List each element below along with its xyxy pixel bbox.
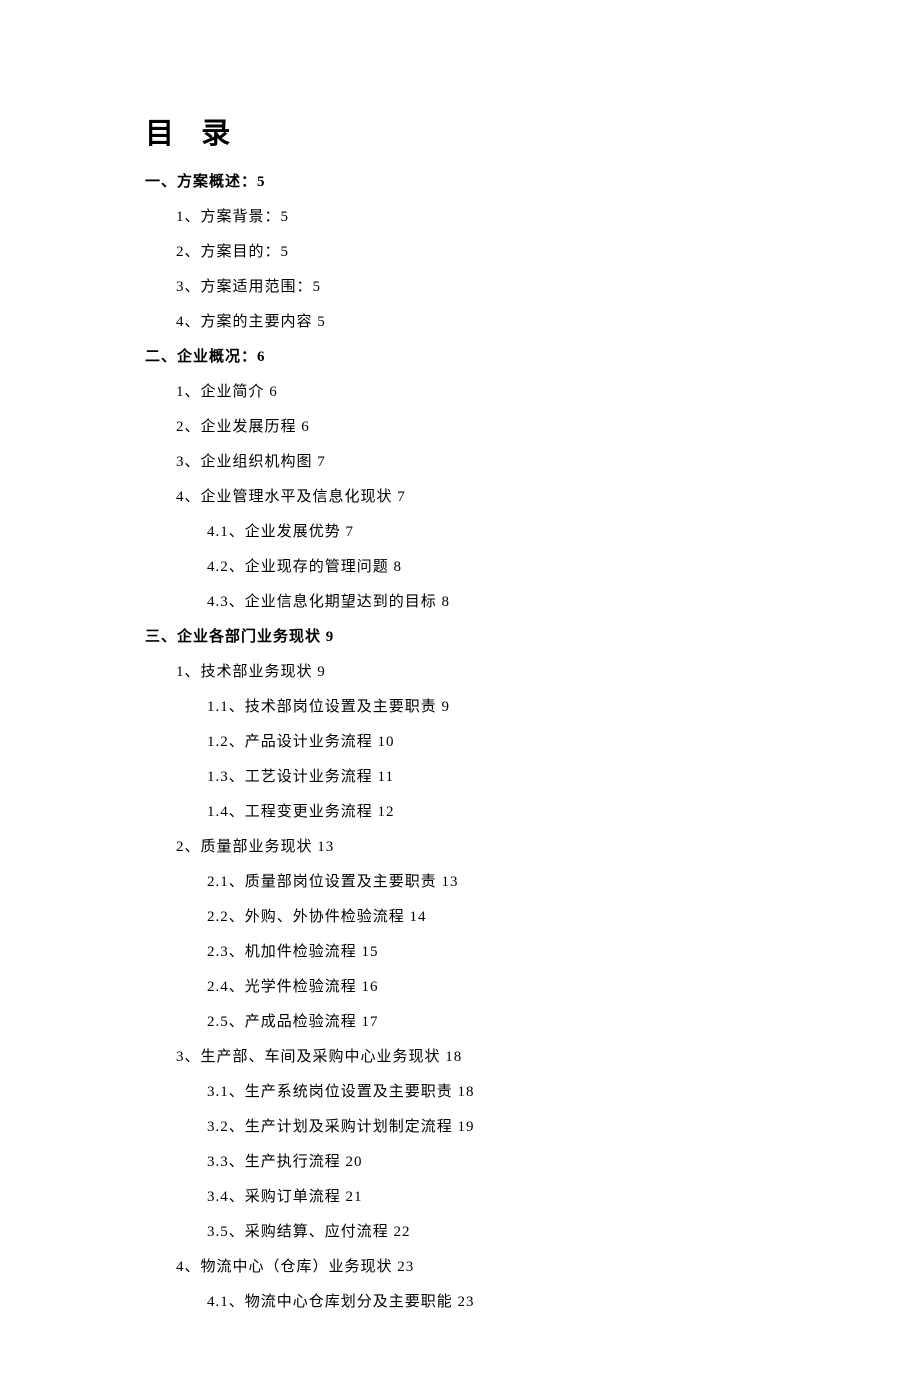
toc-entry-level-1: 一、方案概述：5 — [145, 170, 820, 191]
toc-entry-level-3: 2.3、机加件检验流程 15 — [145, 940, 820, 961]
toc-entry-level-2: 4、物流中心（仓库）业务现状 23 — [145, 1255, 820, 1276]
toc-entry-level-3: 2.1、质量部岗位设置及主要职责 13 — [145, 870, 820, 891]
document-page: 目 录 一、方案概述：5 1、方案背景：5 2、方案目的：5 3、方案适用范围：5 4、… — [0, 0, 920, 1385]
toc-entry-level-2: 1、技术部业务现状 9 — [145, 660, 820, 681]
toc-entry-level-3: 1.3、工艺设计业务流程 11 — [145, 765, 820, 786]
toc-entry-level-3: 4.3、企业信息化期望达到的目标 8 — [145, 590, 820, 611]
toc-entry-level-2: 3、生产部、车间及采购中心业务现状 18 — [145, 1045, 820, 1066]
toc-entry-level-2: 3、企业组织机构图 7 — [145, 450, 820, 471]
toc-entry-level-2: 1、方案背景：5 — [145, 205, 820, 226]
toc-entry-level-2: 2、方案目的：5 — [145, 240, 820, 261]
toc-entry-level-3: 4.1、物流中心仓库划分及主要职能 23 — [145, 1290, 820, 1311]
toc-entry-level-2: 4、企业管理水平及信息化现状 7 — [145, 485, 820, 506]
toc-entry-level-3: 1.1、技术部岗位设置及主要职责 9 — [145, 695, 820, 716]
toc-entry-level-2: 1、企业简介 6 — [145, 380, 820, 401]
toc-entry-level-1: 二、企业概况：6 — [145, 345, 820, 366]
toc-entry-level-3: 3.3、生产执行流程 20 — [145, 1150, 820, 1171]
toc-entry-level-3: 3.5、采购结算、应付流程 22 — [145, 1220, 820, 1241]
toc-entry-level-1: 三、企业各部门业务现状 9 — [145, 625, 820, 646]
toc-entry-level-2: 3、方案适用范围：5 — [145, 275, 820, 296]
toc-entry-level-3: 1.4、工程变更业务流程 12 — [145, 800, 820, 821]
toc-entry-level-3: 3.1、生产系统岗位设置及主要职责 18 — [145, 1080, 820, 1101]
toc-entry-level-2: 2、质量部业务现状 13 — [145, 835, 820, 856]
toc-entry-level-3: 1.2、产品设计业务流程 10 — [145, 730, 820, 751]
toc-entry-level-2: 2、企业发展历程 6 — [145, 415, 820, 436]
toc-entry-level-3: 2.4、光学件检验流程 16 — [145, 975, 820, 996]
toc-entry-level-3: 3.4、采购订单流程 21 — [145, 1185, 820, 1206]
toc-list: 一、方案概述：5 1、方案背景：5 2、方案目的：5 3、方案适用范围：5 4、方案的主… — [145, 170, 820, 1311]
toc-entry-level-3: 2.2、外购、外协件检验流程 14 — [145, 905, 820, 926]
toc-entry-level-2: 4、方案的主要内容 5 — [145, 310, 820, 331]
toc-title: 目 录 — [145, 110, 820, 152]
toc-entry-level-3: 2.5、产成品检验流程 17 — [145, 1010, 820, 1031]
toc-entry-level-3: 3.2、生产计划及采购计划制定流程 19 — [145, 1115, 820, 1136]
toc-entry-level-3: 4.2、企业现存的管理问题 8 — [145, 555, 820, 576]
toc-entry-level-3: 4.1、企业发展优势 7 — [145, 520, 820, 541]
